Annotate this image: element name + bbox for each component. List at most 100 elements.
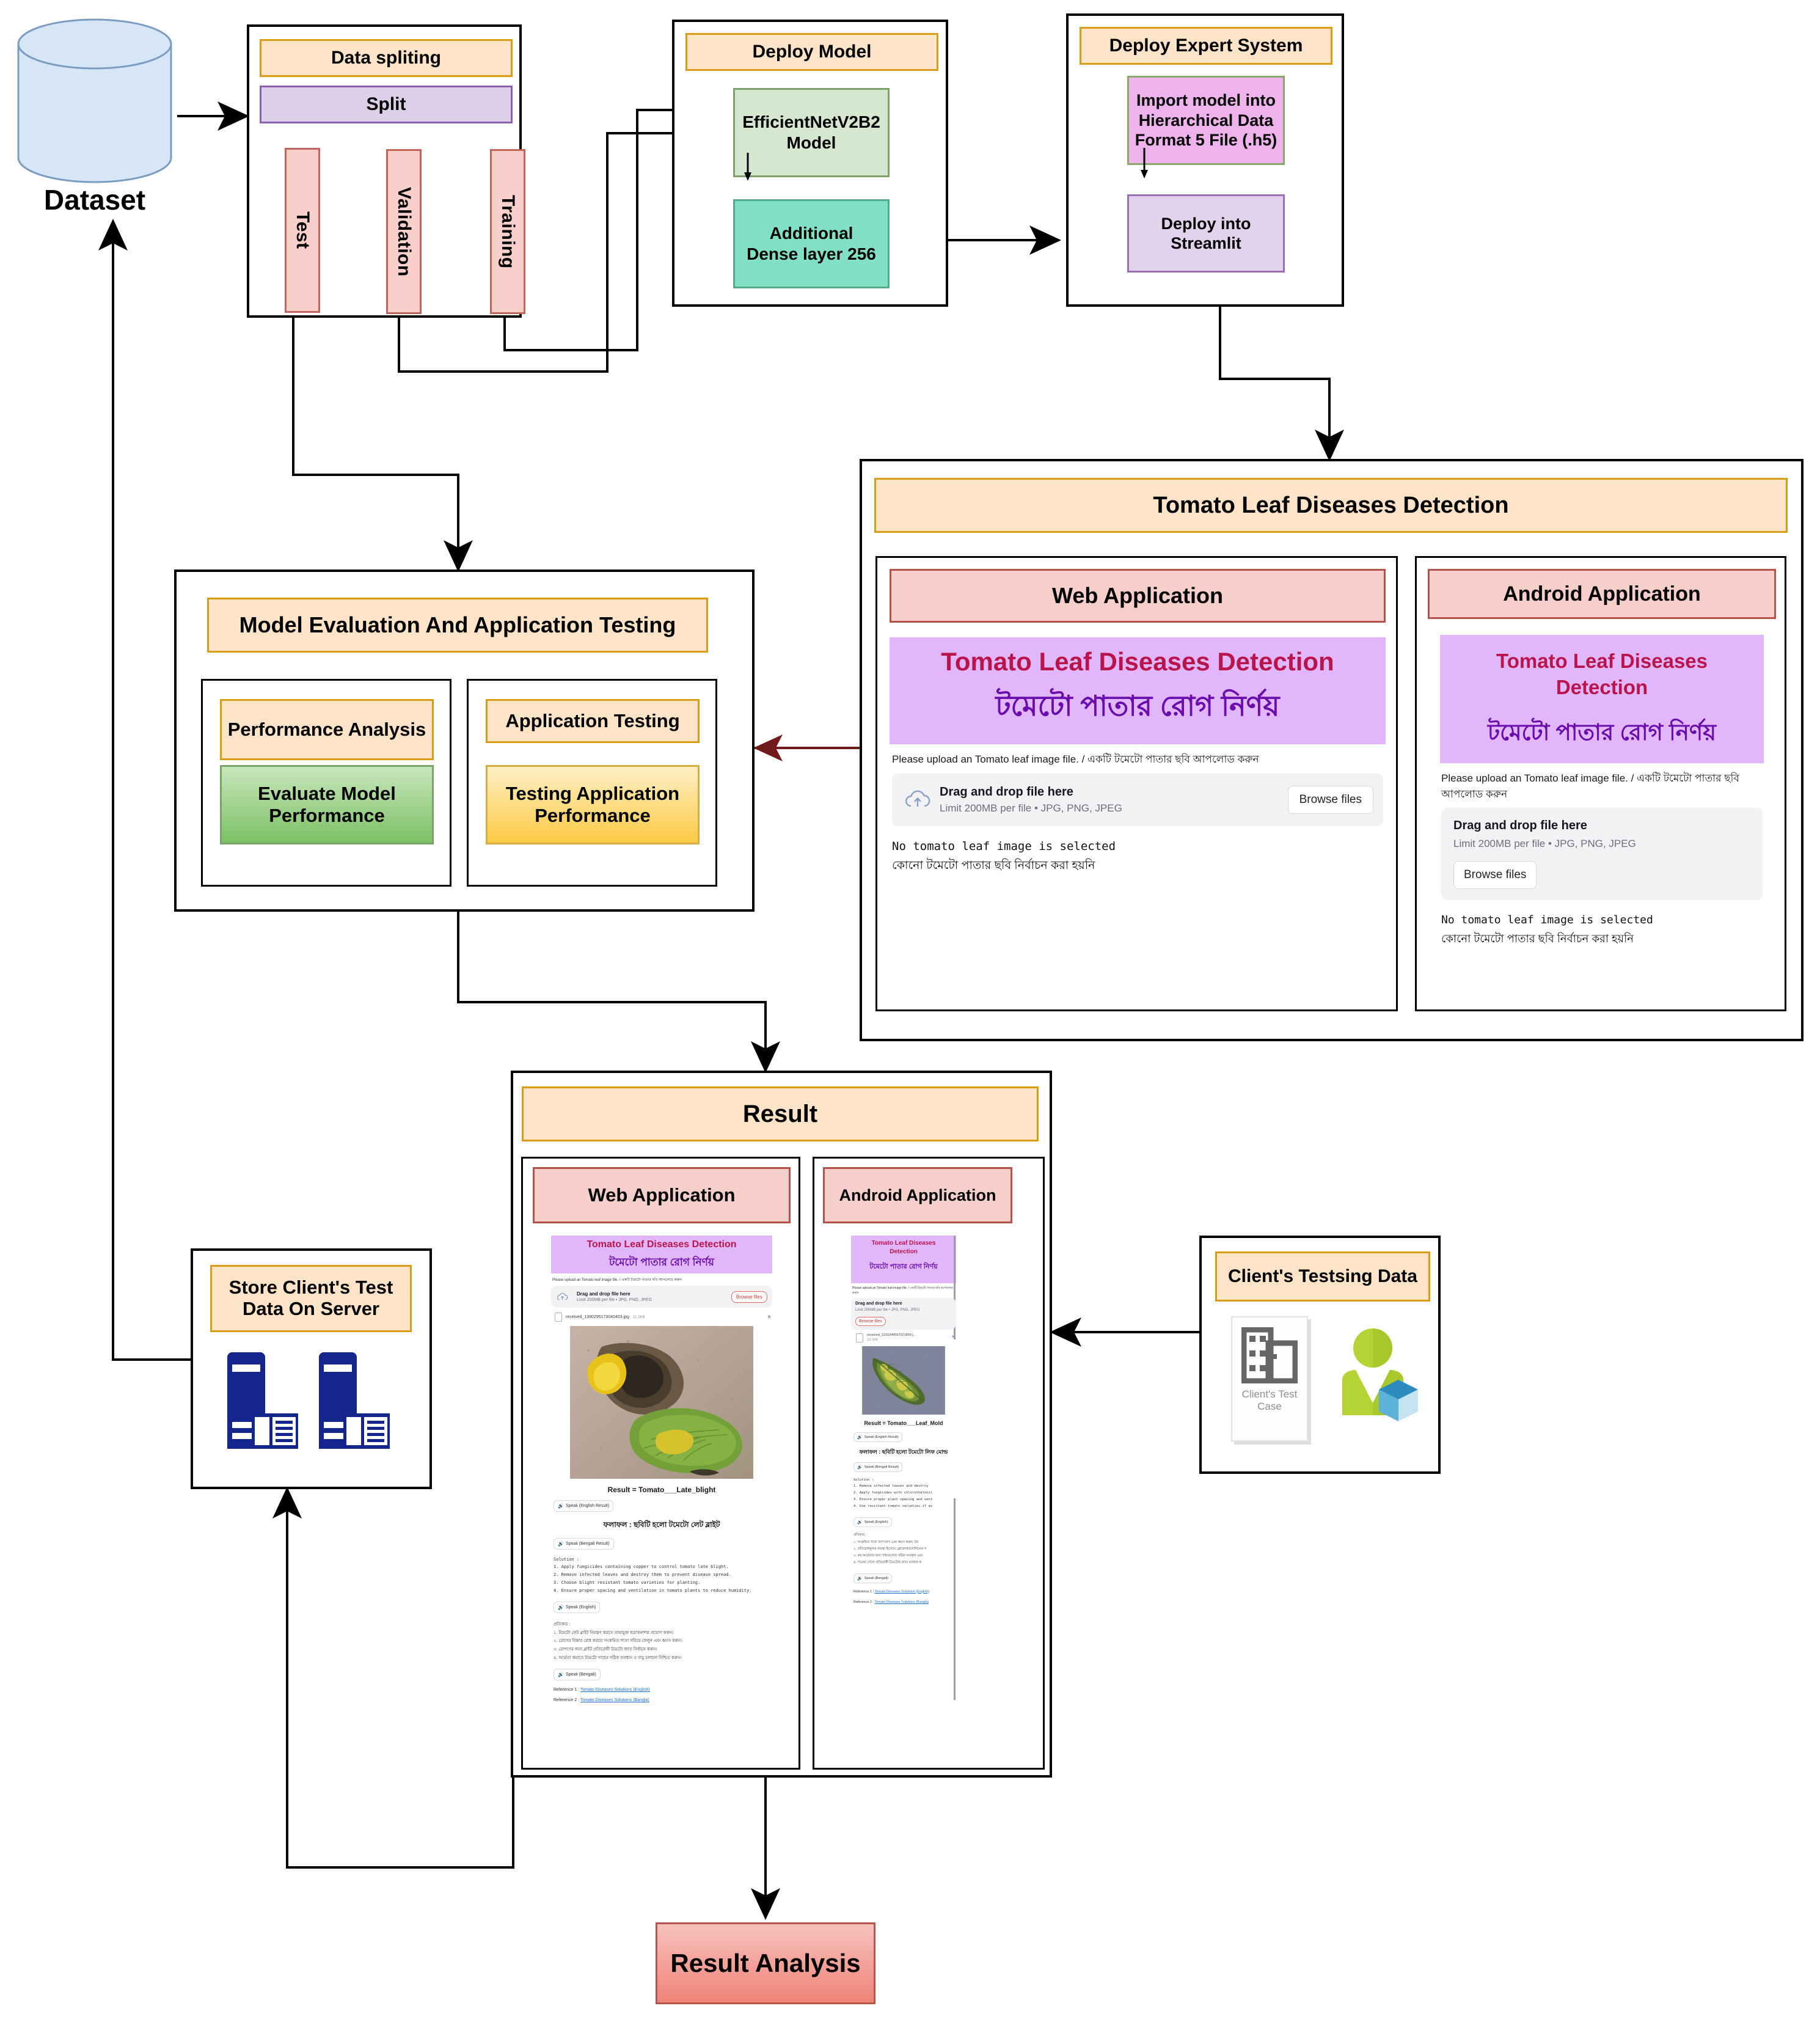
result-android-speak-english-button[interactable]: 🔊 Speak (English) xyxy=(853,1517,892,1527)
speaker-icon: 🔊 xyxy=(857,1435,863,1440)
android-dropzone[interactable]: Drag and drop file here Limit 200MB per … xyxy=(1441,808,1763,900)
web-upload-note: Please upload an Tomato leaf image file.… xyxy=(892,753,1259,765)
split-column-validation: Validation xyxy=(386,149,422,314)
solution-item-bn: ৪. পাওয়া গেলে প্রতিরোধী টমেটোর জাত ব্যব… xyxy=(853,1560,922,1564)
result-web-ref1-link[interactable]: Tomato Diseases Solutions (English) xyxy=(580,1688,650,1692)
result-web-speak-bengali-button[interactable]: 🔊 Speak (Bengali) xyxy=(554,1669,601,1681)
split-column-validation-label: Validation xyxy=(394,186,414,277)
result-android-speak-english-result-button[interactable]: 🔊 Speak (English Result) xyxy=(853,1432,902,1442)
detection-android-app-mock: Tomato Leaf Diseases Detection টমেটো পাত… xyxy=(1440,635,1764,1002)
testing-application-performance-box: Testing Application Performance xyxy=(486,765,700,844)
result-android-speak-bengali-result-button[interactable]: 🔊 Speak (Bengali Result) xyxy=(853,1462,902,1472)
result-web-browse-files-button[interactable]: Browse files xyxy=(731,1291,767,1303)
result-android-upload-note: Please upload an Tomato leaf image file.… xyxy=(852,1286,953,1295)
detection-title: Tomato Leaf Diseases Detection xyxy=(874,478,1788,533)
solution-item-bn: ৪. আর্দ্রতা কমাতে টমেটো গাছের সঠিক ব্যবধ… xyxy=(554,1655,682,1660)
model-evaluation-container: Model Evaluation And Application Testing… xyxy=(174,570,755,912)
client-test-case-card: Client's Test Case xyxy=(1231,1316,1308,1441)
model-evaluation-title: Model Evaluation And Application Testing xyxy=(207,598,708,653)
web-status-bn: কোনো টমেটো পাতার ছবি নির্বাচন করা হয়নি xyxy=(892,859,1095,872)
result-web-speak-english-button[interactable]: 🔊 Speak (English) xyxy=(554,1601,601,1613)
result-android-browse-files-button[interactable]: Browse files xyxy=(855,1317,886,1326)
upload-cloud-icon xyxy=(905,790,930,807)
result-web-result-line: Result = Tomato___Late_blight xyxy=(607,1485,716,1494)
result-android-label: Android Application xyxy=(823,1167,1012,1223)
speaker-icon: 🔊 xyxy=(558,1672,564,1678)
speaker-icon: 🔊 xyxy=(857,1465,863,1470)
data-splitting-title: Data spliting xyxy=(260,39,513,77)
result-android-title-en: Tomato Leaf Diseases Detection xyxy=(871,1240,936,1255)
result-web-title-en: Tomato Leaf Diseases Detection xyxy=(587,1239,737,1250)
application-testing-panel: Application Testing Testing Application … xyxy=(467,679,717,887)
detection-container: Tomato Leaf Diseases Detection Web Appli… xyxy=(860,459,1804,1041)
result-android-ref1-label: Reference 1 : xyxy=(853,1589,875,1594)
result-web-solutions-bn: ১. টমেটো লেট ব্লাইট নিয়ন্ত্রণ করতে তামা… xyxy=(554,1629,772,1663)
result-web-file-row: received_1390295173040403.jpg 21.3KB × xyxy=(555,1313,771,1322)
result-web-banner: Tomato Leaf Diseases Detection টমেটো পাত… xyxy=(551,1236,772,1273)
android-status-en: No tomato leaf image is selected xyxy=(1441,914,1653,926)
dataset-cylinder-icon xyxy=(17,18,172,183)
upload-cloud-icon xyxy=(557,1292,568,1300)
result-web-remove-file-button[interactable]: × xyxy=(767,1314,771,1321)
result-web-title-bn: টমেটো পাতার রোগ নির্ণয় xyxy=(609,1256,714,1268)
detection-android-panel: Android Application Tomato Leaf Diseases… xyxy=(1415,556,1786,1011)
result-android-file-name: received_1231049567021800.j... xyxy=(867,1333,916,1337)
result-web-file-size: 21.3KB xyxy=(632,1315,645,1319)
result-analysis-box: Result Analysis xyxy=(656,1922,875,2004)
web-browse-files-button[interactable]: Browse files xyxy=(1287,786,1373,814)
split-column-training-label: Training xyxy=(498,194,518,269)
result-web-upload-note: Please upload an Tomato leaf image file.… xyxy=(552,1278,682,1282)
solution-item: 4. Ensure proper spacing and ventilation… xyxy=(554,1588,752,1593)
split-box: Split xyxy=(260,86,513,123)
speaker-icon: 🔊 xyxy=(558,1604,564,1610)
model-to-dense-arrow xyxy=(744,153,751,181)
result-web-label: Web Application xyxy=(533,1167,791,1223)
android-upload-note: Please upload an Tomato leaf image file.… xyxy=(1441,772,1739,800)
result-web-dropzone[interactable]: Drag and drop file here Limit 200MB per … xyxy=(551,1286,772,1308)
dataset-label: Dataset xyxy=(43,184,146,216)
result-web-ref2-label: Reference 2 : xyxy=(554,1698,580,1703)
android-app-banner: Tomato Leaf Diseases Detection টমেটো পাত… xyxy=(1440,635,1764,763)
android-app-title-bn: টমেটো পাতার রোগ নির্ণয় xyxy=(1487,719,1717,745)
solution-item: 3. Ensure proper plant spacing and vent xyxy=(853,1497,933,1501)
result-android-drop-title: Drag and drop file here xyxy=(855,1302,902,1306)
result-android-file-row: received_1231049567021800.j... 19.1KB × xyxy=(856,1333,955,1343)
result-android-ref2-link[interactable]: Tomato Diseases Solutions (Bangla) xyxy=(874,1600,929,1604)
detection-web-app-mock: Tomato Leaf Diseases Detection টমেটো পাত… xyxy=(890,637,1386,998)
store-server-title: Store Client's Test Data On Server xyxy=(210,1265,412,1332)
result-web-solution-heading: Solution : xyxy=(554,1557,580,1562)
result-web-panel: Web Application Tomato Leaf Diseases Det… xyxy=(521,1157,800,1770)
result-android-drop-limit: Limit 200MB per file • JPG, PNG, JPEG xyxy=(855,1308,920,1312)
client-data-container: Client's Testsing Data Client's Test Cas… xyxy=(1199,1236,1441,1474)
android-scrollbar-lower[interactable] xyxy=(954,1498,956,1700)
result-web-speak-bengali-result-button[interactable]: 🔊 Speak (Bengali Result) xyxy=(554,1538,614,1550)
result-web-speak-english-result-button[interactable]: 🔊 Speak (English Result) xyxy=(554,1500,614,1512)
deploy-expert-system-title: Deploy Expert System xyxy=(1080,27,1332,65)
solution-item-bn: ১. সংক্রমিত পাতা অপসারণ এবং ধ্বংস করুন; … xyxy=(853,1540,918,1544)
deploy-model-title: Deploy Model xyxy=(685,33,938,71)
speaker-icon: 🔊 xyxy=(558,1541,564,1547)
result-android-leaf-image xyxy=(862,1346,945,1415)
android-browse-files-button[interactable]: Browse files xyxy=(1453,861,1537,889)
deploy-model-container: Deploy Model EfficientNetV2B2 Model Addi… xyxy=(672,20,948,307)
result-android-file-size: 19.1KB xyxy=(867,1338,879,1342)
result-android-speak-bengali-button[interactable]: 🔊 Speak (Bengali) xyxy=(853,1573,892,1583)
web-drop-limit: Limit 200MB per file • JPG, PNG, JPEG xyxy=(940,802,1122,814)
result-web-app-mock: Tomato Leaf Diseases Detection টমেটো পাত… xyxy=(551,1236,772,1761)
file-icon xyxy=(555,1313,562,1322)
result-web-ref2-link[interactable]: Tomato Diseases Solutions (Bangla) xyxy=(580,1698,649,1702)
result-android-dropzone[interactable]: Drag and drop file here Limit 200MB per … xyxy=(851,1298,956,1330)
result-android-result-line: Result = Tomato___Leaf_Mold xyxy=(864,1420,943,1426)
solution-item-bn: ২. প্রতিরোধমূলক ব্যবস্থা হিসেবে ক্লোরোথ্… xyxy=(853,1547,927,1551)
solution-item: 2. Apply fungicides with chlorothalonil xyxy=(853,1490,933,1495)
data-splitting-container: Data spliting Split Test Validation Trai… xyxy=(247,24,525,318)
import-to-streamlit-arrow xyxy=(1141,148,1148,178)
solution-item: 4. Use resistant tomato varieties if av xyxy=(853,1504,933,1508)
web-dropzone[interactable]: Drag and drop file here Limit 200MB per … xyxy=(892,774,1383,826)
android-app-title-en: Tomato Leaf Diseases Detection xyxy=(1496,650,1708,698)
speaker-icon: 🔊 xyxy=(558,1503,564,1509)
detection-android-label: Android Application xyxy=(1428,569,1776,619)
result-web-solution-heading-bn: প্রতিকার : xyxy=(554,1622,571,1627)
dense-layer-box: Additional Dense layer 256 xyxy=(733,199,890,288)
result-android-ref1-link[interactable]: Tomato Diseases Solutions (English) xyxy=(874,1590,929,1594)
